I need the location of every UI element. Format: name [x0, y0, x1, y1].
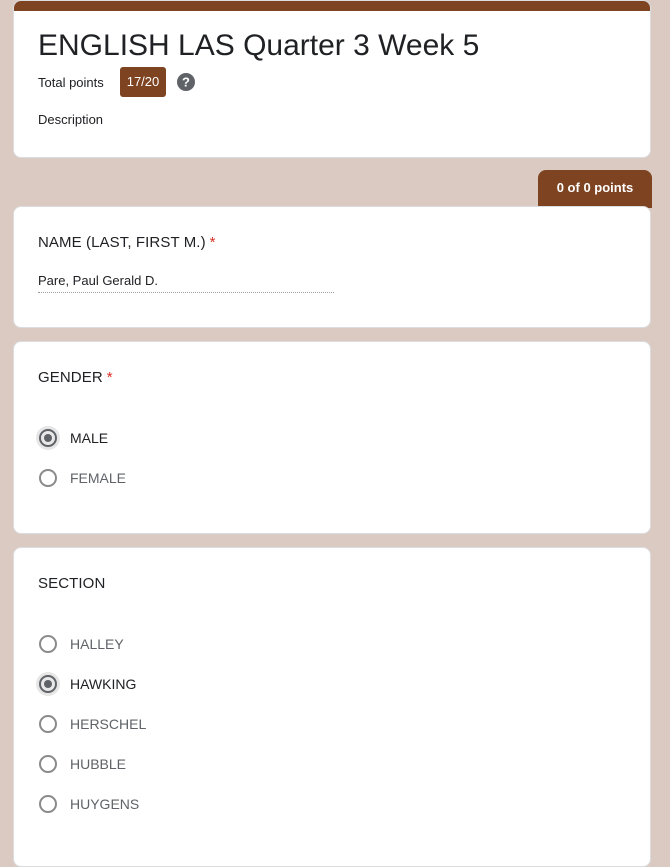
- question-card-section: SECTION HALLEY HAWKING HERSCHEL HUBBLE H…: [13, 547, 651, 867]
- required-marker: *: [106, 369, 113, 386]
- radio-button-checked[interactable]: [39, 675, 57, 693]
- name-answer: Pare, Paul Gerald D.: [38, 273, 334, 293]
- header-accent-bar: [14, 1, 650, 11]
- question-card-gender: GENDER * MALE FEMALE: [13, 341, 651, 534]
- question-card-name: NAME (LAST, FIRST M.) * Pare, Paul Gerald…: [13, 206, 651, 328]
- radio-option-hubble[interactable]: HUBBLE: [38, 752, 126, 776]
- radio-button[interactable]: [39, 795, 57, 813]
- radio-option-male[interactable]: MALE: [38, 426, 108, 450]
- radio-button[interactable]: [39, 469, 57, 487]
- radio-option-label: HAWKING: [70, 676, 137, 692]
- question-title: GENDER *: [38, 368, 113, 388]
- svg-text:?: ?: [182, 75, 190, 90]
- question-title: NAME (LAST, FIRST M.) *: [38, 233, 216, 253]
- radio-option-label: HERSCHEL: [70, 716, 147, 732]
- radio-button[interactable]: [39, 715, 57, 733]
- radio-option-label: HUBBLE: [70, 756, 127, 772]
- radio-option-label: HUYGENS: [70, 796, 140, 812]
- radio-option-hawking[interactable]: HAWKING: [38, 672, 136, 696]
- question-title: SECTION: [38, 575, 106, 592]
- radio-option-label: FEMALE: [70, 470, 127, 486]
- question-title-text: NAME (LAST, FIRST M.): [38, 234, 206, 251]
- form-description: Description: [38, 112, 104, 127]
- question-points-tab: 0 of 0 points: [538, 170, 652, 208]
- form-title: ENGLISH LAS Quarter 3 Week 5: [38, 29, 480, 62]
- radio-button-checked[interactable]: [39, 429, 57, 447]
- question-title-text: GENDER: [38, 369, 103, 386]
- radio-option-label: MALE: [70, 430, 109, 446]
- score-badge: 17/20: [120, 67, 166, 97]
- total-points-label: Total points: [38, 75, 104, 90]
- form-header-card: ENGLISH LAS Quarter 3 Week 5 Total point…: [13, 0, 651, 158]
- radio-option-female[interactable]: FEMALE: [38, 466, 126, 490]
- help-icon[interactable]: ?: [176, 72, 196, 92]
- required-marker: *: [209, 234, 216, 251]
- radio-button[interactable]: [39, 635, 57, 653]
- radio-option-huygens[interactable]: HUYGENS: [38, 792, 139, 816]
- radio-option-label: HALLEY: [70, 636, 124, 652]
- radio-option-herschel[interactable]: HERSCHEL: [38, 712, 146, 736]
- radio-option-halley[interactable]: HALLEY: [38, 632, 124, 656]
- radio-button[interactable]: [39, 755, 57, 773]
